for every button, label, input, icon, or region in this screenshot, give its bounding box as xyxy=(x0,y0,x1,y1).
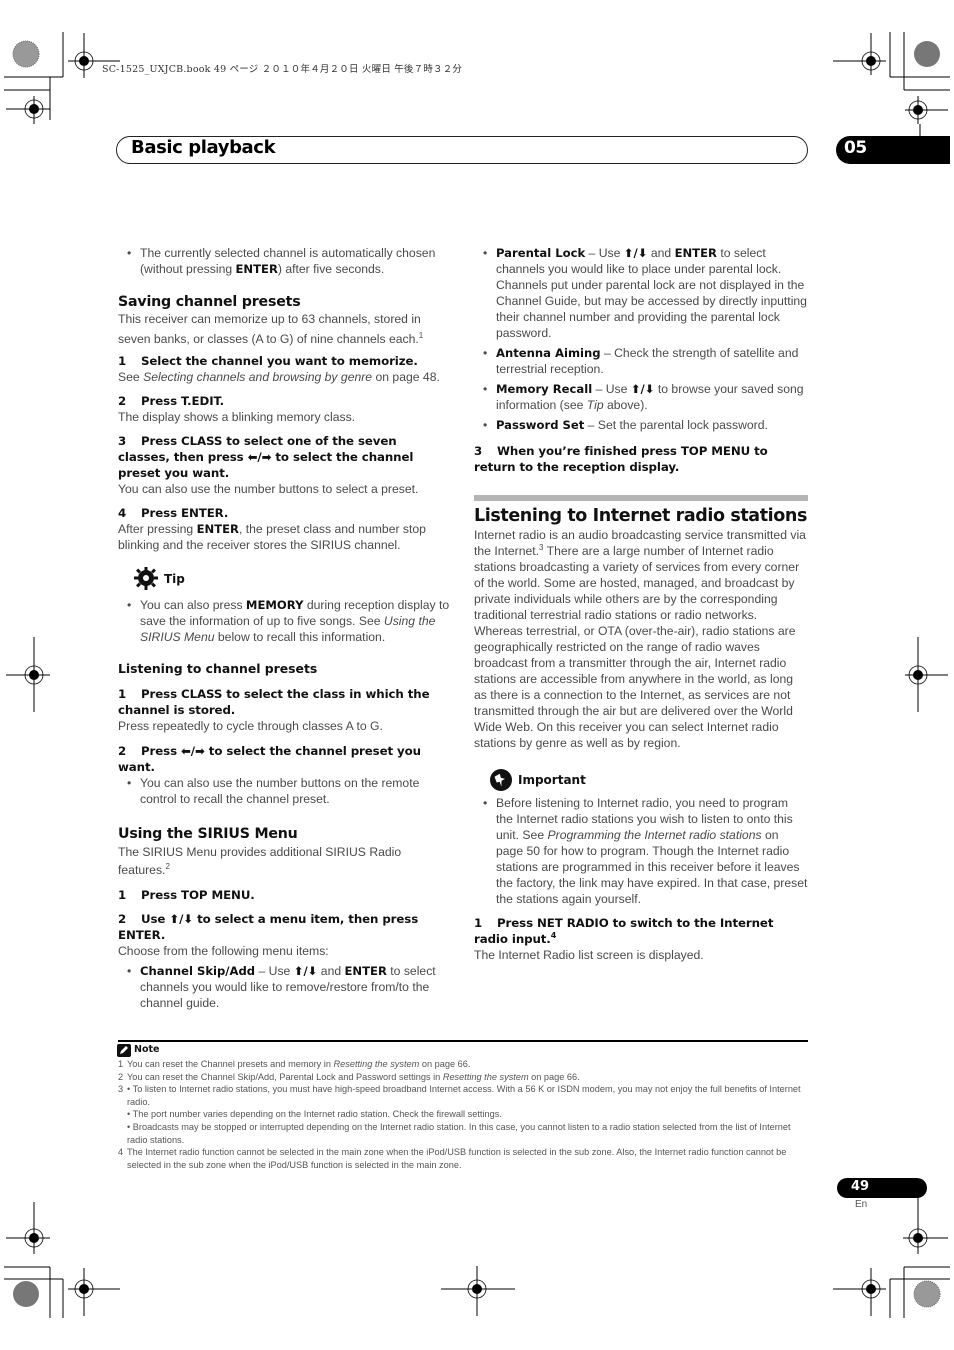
menu-item-memory-recall: • Memory Recall – Use ⬆/⬇ to browse your … xyxy=(483,382,804,412)
step-2-tedit: 2 Press T.EDIT. xyxy=(118,394,225,408)
sirius-step-1: 1 Press TOP MENU. xyxy=(118,888,255,902)
note-label: Note xyxy=(134,1044,160,1056)
footnote-4: 4 The Internet radio function cannot be s… xyxy=(118,1147,787,1170)
left-column: • The currently selected channel is autom… xyxy=(118,245,452,1011)
footnotes: Note 1 You can reset the Channel presets … xyxy=(117,1044,810,1171)
footnote-ref[interactable]: 4 xyxy=(551,931,557,940)
listen-step-2-bullet: • You can also use the number buttons on … xyxy=(127,776,420,806)
menu-item-antenna-aiming: • Antenna Aiming – Check the strength of … xyxy=(483,346,799,376)
left-right-arrows-icon: ⬅/➡ xyxy=(247,450,272,464)
listen-step-1-body: Press repeatedly to cycle through classe… xyxy=(118,719,383,733)
listen-step-1: 1 Press CLASS to select the class in whic… xyxy=(118,687,430,717)
menu-item-parental-lock: • Parental Lock – Use ⬆/⬇ and ENTER to se… xyxy=(483,246,807,340)
intro-bullet: • The currently selected channel is autom… xyxy=(127,246,436,276)
sirius-intro: The SIRIUS Menu provides additional SIRI… xyxy=(118,845,402,877)
footnote-rule xyxy=(118,1040,808,1042)
tip-label: Tip xyxy=(164,572,185,586)
section-title: Basic playback xyxy=(131,137,276,158)
up-down-arrows-icon: ⬆/⬇ xyxy=(623,246,648,260)
footnote-2: 2 You can reset the Channel Skip/Add, Par… xyxy=(118,1071,580,1082)
chapter-tab: 05 xyxy=(836,136,950,164)
important-text: • Before listening to Internet radio, you… xyxy=(483,796,808,906)
cross-reference-link[interactable]: Programming the Internet radio stations xyxy=(548,828,762,842)
menu-item-channel-skip-add: • Channel Skip/Add – Use ⬆/⬇ and ENTER to… xyxy=(127,964,436,1010)
tip-header: Tip xyxy=(134,567,452,591)
internet-radio-body: Internet radio is an audio broadcasting … xyxy=(474,528,806,750)
heading-internet-radio: Listening to Internet radio stations xyxy=(474,506,807,526)
chapter-number: 05 xyxy=(844,138,867,158)
color-target-icon xyxy=(13,1281,39,1307)
menu-item-password-set: • Password Set – Set the parental lock pa… xyxy=(483,418,768,432)
page-number-badge: 49 xyxy=(837,1178,927,1198)
footnote-ref[interactable]: 2 xyxy=(165,862,169,871)
color-target-icon xyxy=(913,1280,941,1308)
step-4-enter: 4 Press ENTER. xyxy=(118,506,229,520)
page-number: 49 xyxy=(851,1179,870,1194)
section-divider xyxy=(474,495,808,501)
cross-reference-link[interactable]: Selecting channels and browsing by genre xyxy=(143,370,372,384)
tip-text: • You can also press MEMORY during recept… xyxy=(127,598,450,644)
step-3-body: You can also use the number buttons to s… xyxy=(118,482,419,496)
up-down-arrows-icon: ⬆/⬇ xyxy=(293,964,318,978)
sirius-step-3: 3 When you’re finished press TOP MENU to … xyxy=(474,444,768,474)
step-4-body: After pressing ENTER, the preset class a… xyxy=(118,522,426,552)
footnote-1: 1 You can reset the Channel presets and m… xyxy=(118,1059,471,1069)
important-label: Important xyxy=(518,773,586,787)
saving-intro: This receiver can memorize up to 63 chan… xyxy=(118,312,424,346)
color-target-icon xyxy=(12,40,40,68)
heading-listening-presets: Listening to channel presets xyxy=(118,661,318,676)
sirius-step-2-body: Choose from the following menu items: xyxy=(118,944,329,958)
print-metadata: SC-1525_UXJCB.book 49 ページ ２０１０年４月２０日 火曜日… xyxy=(102,64,463,75)
heading-sirius-menu: Using the SIRIUS Menu xyxy=(118,826,298,842)
note-header: Note xyxy=(117,1044,810,1057)
up-down-arrows-icon: ⬆/⬇ xyxy=(630,382,655,396)
step-1-body: See Selecting channels and browsing by g… xyxy=(118,370,440,384)
footnote-ref[interactable]: 1 xyxy=(419,331,423,340)
language-code: En xyxy=(855,1199,868,1210)
footnote-3: 3 • To listen to Internet radio stations… xyxy=(118,1084,801,1145)
pencil-note-icon xyxy=(117,1044,131,1057)
important-header: Important xyxy=(490,769,808,791)
pushpin-icon xyxy=(490,769,512,791)
net-radio-step-1: 1 Press NET RADIO to switch to the Intern… xyxy=(474,916,774,946)
step-3-class: 3 Press CLASS to select one of the seven … xyxy=(118,434,414,480)
listen-step-2: 2 Press ⬅/➡ to select the channel preset … xyxy=(118,744,421,774)
step-1-select-channel: 1 Select the channel you want to memorize… xyxy=(118,354,418,368)
right-column: • Parental Lock – Use ⬆/⬇ and ENTER to se… xyxy=(474,245,808,963)
lightbulb-icon xyxy=(134,567,158,590)
color-target-icon xyxy=(914,41,940,67)
left-right-arrows-icon: ⬅/➡ xyxy=(181,744,205,758)
net-radio-step-1-body: The Internet Radio list screen is displa… xyxy=(474,948,704,962)
step-2-body: The display shows a blinking memory clas… xyxy=(118,410,356,424)
up-down-arrows-icon: ⬆/⬇ xyxy=(169,912,194,926)
sirius-step-2: 2 Use ⬆/⬇ to select a menu item, then pre… xyxy=(118,912,419,942)
